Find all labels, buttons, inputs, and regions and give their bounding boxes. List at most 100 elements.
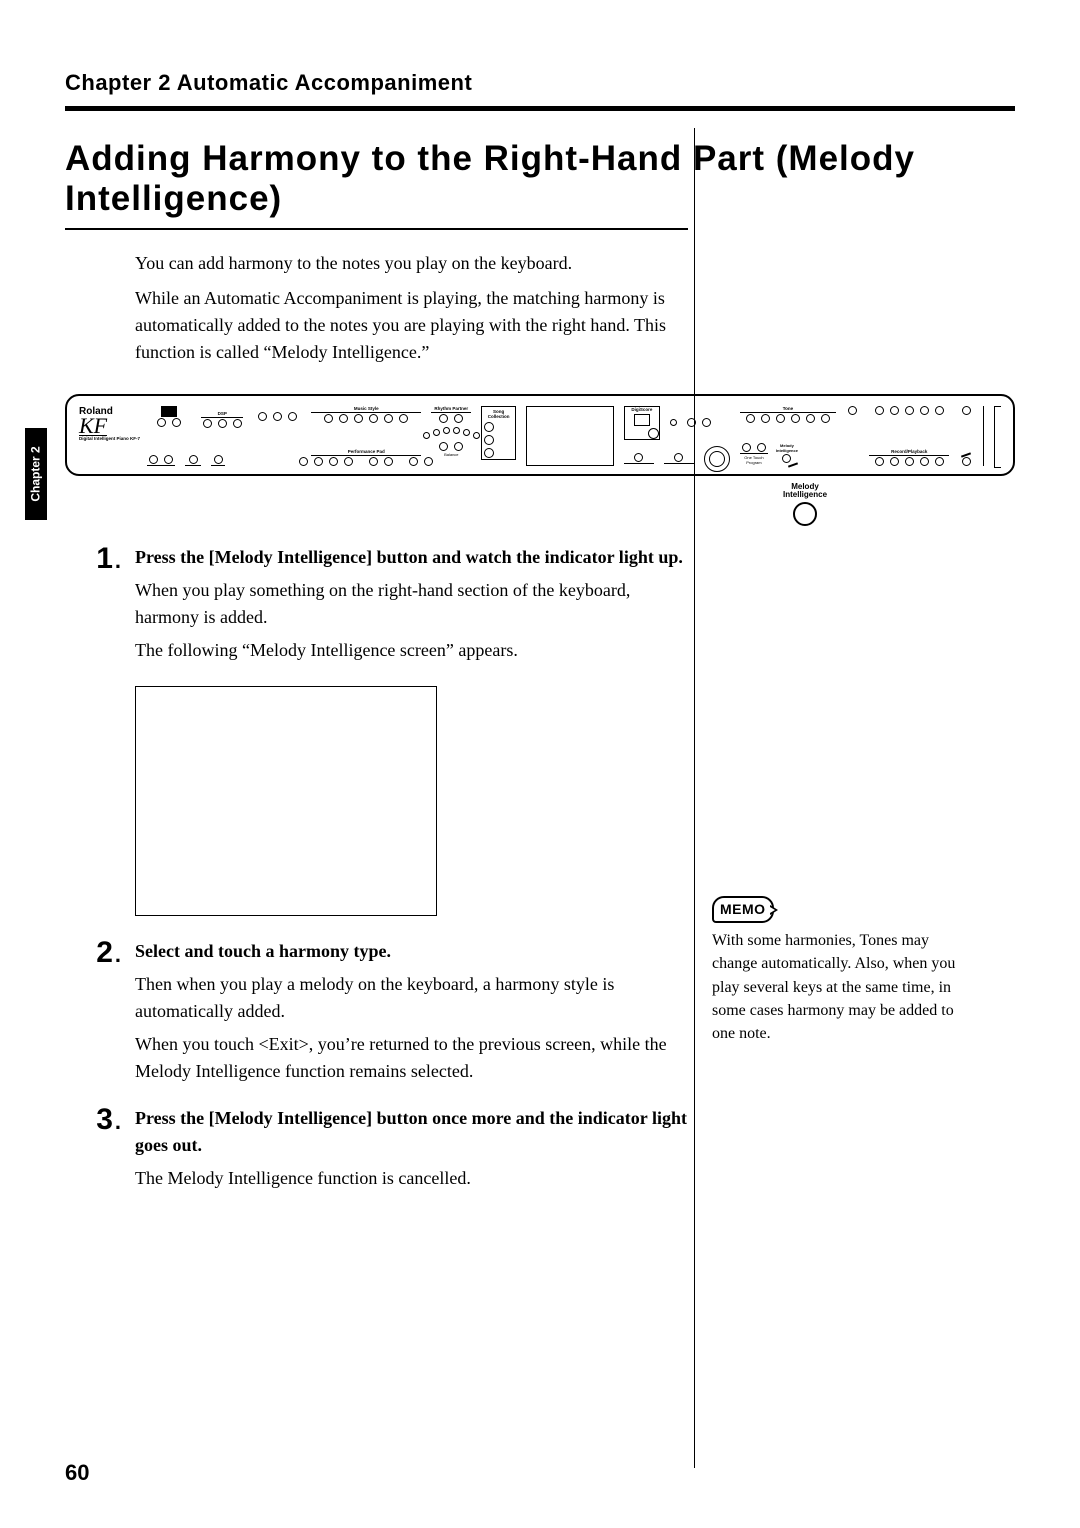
button-dot [484, 435, 494, 445]
digiscore-group: DigiScore [624, 406, 730, 466]
submodel-text: Digital Intelligent Piano KF-7 [79, 436, 140, 441]
memo-block: MEMO With some harmonies, Tones may chan… [712, 896, 962, 1045]
button-dot [439, 442, 448, 451]
step-3-body-1: The Melody Intelligence function is canc… [135, 1165, 695, 1192]
top-rule [65, 106, 1015, 111]
digiscore-box: DigiScore [624, 406, 660, 440]
button-dot [935, 406, 944, 415]
step-2-body-1: Then when you play a melody on the keybo… [135, 971, 695, 1025]
mi-callout-label-2: Intelligence [783, 490, 827, 499]
button-dot [172, 418, 181, 427]
screen-placeholder [135, 686, 437, 916]
button-dot [761, 414, 770, 423]
button-dot [634, 453, 643, 462]
button-dot [164, 455, 173, 464]
button-dot [189, 455, 198, 464]
song-collection-label: Song Collection [484, 409, 513, 419]
led-dot [423, 432, 430, 439]
led-dot [463, 429, 470, 436]
mi-small-label: Melody Intelligence [776, 443, 798, 453]
step-3: 3. Press the [Melody Intelligence] butto… [65, 1105, 1015, 1198]
button-dot [354, 414, 363, 423]
step-1-body-1: When you play something on the right-han… [135, 577, 695, 631]
chapter-side-tab: Chapter 2 [25, 428, 47, 520]
page-title: Adding Harmony to the Right-Hand Part (M… [65, 139, 1015, 220]
button-dot [314, 457, 323, 466]
button-dot [214, 455, 223, 464]
button-dot [742, 443, 751, 452]
button-dot [702, 418, 711, 427]
button-dot [484, 422, 494, 432]
button-dot [258, 412, 267, 421]
button-dot [324, 414, 333, 423]
panel-end-divider [983, 406, 984, 466]
panel-diagram: Roland KF Digital Intelligent Piano KF-7… [65, 394, 1015, 526]
dsp-label: DSP [218, 411, 227, 416]
steps-block: 1. Press the [Melody Intelligence] butto… [65, 544, 1015, 1198]
melody-intelligence-button [782, 454, 791, 463]
step-number: 3. [65, 1105, 121, 1135]
led-dot [453, 427, 460, 434]
step-2-body-2: When you touch <Exit>, you’re returned t… [135, 1031, 695, 1085]
led-dot [473, 432, 480, 439]
button-dot [757, 443, 766, 452]
step-1: 1. Press the [Melody Intelligence] butto… [65, 544, 1015, 670]
panel-edge [994, 406, 1001, 468]
intro-p2: While an Automatic Accompaniment is play… [135, 285, 695, 366]
button-dot [384, 414, 393, 423]
step-1-instruction: Press the [Melody Intelligence] button a… [135, 547, 683, 567]
button-dot [369, 457, 378, 466]
button-dot [905, 406, 914, 415]
panel-left-col: DSP [147, 406, 301, 466]
button-dot [339, 414, 348, 423]
arrow-icon [788, 462, 798, 467]
button-dot [454, 414, 463, 423]
step-1-body-2: The following “Melody Intelligence scree… [135, 637, 695, 664]
far-right-group [959, 406, 973, 466]
one-touch-label: One Touch Program [740, 455, 768, 465]
button-dot [233, 419, 242, 428]
brand-block: Roland KF Digital Intelligent Piano KF-7 [79, 406, 137, 442]
button-dot [454, 442, 463, 451]
model-text: KF [79, 417, 107, 437]
led-dot [670, 419, 677, 426]
button-dot [920, 457, 929, 466]
single-button-group [846, 406, 859, 415]
button-dot [648, 428, 659, 439]
digiscore-label: DigiScore [631, 407, 652, 412]
page-number: 60 [65, 1460, 89, 1486]
step-2-instruction: Select and touch a harmony type. [135, 941, 391, 961]
intro-block: You can add harmony to the notes you pla… [135, 250, 695, 366]
step-3-instruction: Press the [Melody Intelligence] button o… [135, 1108, 687, 1155]
led-dot [433, 429, 440, 436]
record-label: Record/Playback [891, 449, 927, 454]
record-group: Record/Playback [869, 406, 949, 466]
button-dot [962, 457, 971, 466]
button-dot [848, 406, 857, 415]
memo-label: MEMO [712, 896, 774, 923]
tiny-label [277, 422, 278, 427]
button-dot [905, 457, 914, 466]
step-number: 2. [65, 938, 121, 968]
button-dot [399, 414, 408, 423]
button-dot [746, 414, 755, 423]
title-rule [65, 228, 688, 230]
intro-p1: You can add harmony to the notes you pla… [135, 250, 695, 277]
button-dot [409, 457, 418, 466]
button-dot [875, 406, 884, 415]
step-number: 1. [65, 544, 121, 574]
button-dot [273, 412, 282, 421]
button-dot [821, 414, 830, 423]
mi-callout-ring-icon [793, 502, 817, 526]
right-column-rule [694, 128, 696, 1468]
perf-pad-label: Performance Pad [348, 449, 385, 454]
button-dot [439, 414, 448, 423]
button-dot [890, 457, 899, 466]
memo-text: With some harmonies, Tones may change au… [712, 929, 962, 1045]
button-dot [384, 457, 393, 466]
rhythm-group: Rhythm Partner Balance [431, 406, 471, 466]
panel-frame: Roland KF Digital Intelligent Piano KF-7… [65, 394, 1015, 476]
memo-icon: MEMO [712, 896, 774, 923]
tiny-label [169, 428, 170, 433]
song-collection-box: Song Collection [481, 406, 516, 460]
